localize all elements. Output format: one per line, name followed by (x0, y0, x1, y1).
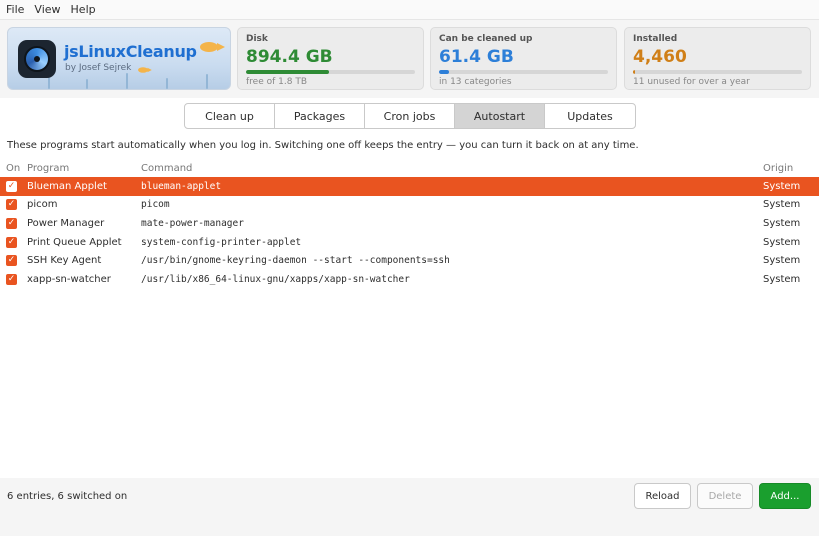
command-text: /usr/lib/x86_64-linux-gnu/xapps/xapp-sn-… (141, 273, 410, 285)
checkmark-icon: ✓ (7, 273, 16, 284)
command-text: blueman-applet (141, 180, 222, 192)
card-label: Can be cleaned up (439, 34, 533, 44)
autostart-description: These programs start automatically when … (7, 140, 639, 151)
card-subtext: in 13 categories (439, 77, 512, 87)
command-text: system-config-printer-applet (141, 236, 302, 248)
enabled-checkbox[interactable]: ✓ (6, 273, 17, 285)
table-row[interactable]: ✓ Print Queue Applet system-config-printer… (0, 233, 819, 252)
card-value: 894.4 GB (246, 47, 333, 67)
card-subtext: 11 unused for over a year (633, 77, 750, 87)
program-name: Print Queue Applet (27, 236, 122, 248)
autostart-table: On Program Command Origin ✓ Blueman Apple… (0, 160, 819, 289)
app-byline: by Josef Sejrek (65, 63, 132, 73)
origin-text: System (763, 273, 801, 285)
menu-view[interactable]: View (34, 3, 60, 16)
footer-bar: 6 entries, 6 switched on Reload Delete A… (0, 478, 819, 536)
program-name: Power Manager (27, 217, 105, 229)
installed-card: Installed 4,460 11 unused for over a yea… (624, 27, 811, 90)
table-body: ✓ Blueman Applet blueman-applet System ✓ pico… (0, 177, 819, 289)
program-name: SSH Key Agent (27, 255, 102, 267)
tab-updates[interactable]: Updates (545, 104, 635, 128)
column-header-command[interactable]: Command (141, 163, 763, 174)
table-row[interactable]: ✓ picom picom System (0, 196, 819, 215)
seaweed-decoration (166, 78, 168, 89)
table-row[interactable]: ✓ Power Manager mate-power-manager System (0, 214, 819, 233)
progress-fill (246, 70, 329, 74)
seaweed-decoration (206, 74, 208, 89)
enabled-cell: ✓ (0, 255, 27, 267)
menu-help[interactable]: Help (71, 3, 96, 16)
tab-cron-jobs[interactable]: Cron jobs (365, 104, 455, 128)
tab-packages[interactable]: Packages (275, 104, 365, 128)
enabled-cell: ✓ (0, 273, 27, 285)
header: jsLinuxCleanup by Josef Sejrek Disk 894.… (0, 20, 819, 98)
enabled-cell: ✓ (0, 236, 27, 248)
card-label: Disk (246, 34, 268, 44)
origin-text: System (763, 236, 801, 248)
command-text: mate-power-manager (141, 217, 244, 229)
column-header-on[interactable]: On (0, 163, 27, 174)
table-row[interactable]: ✓ Blueman Applet blueman-applet System (0, 177, 819, 196)
add-button[interactable]: Add... (759, 483, 811, 509)
fish-decoration-icon (200, 42, 225, 52)
progress-fill (439, 70, 450, 74)
progress-fill (633, 70, 635, 74)
card-subtext: free of 1.8 TB (246, 77, 307, 87)
card-value: 4,460 (633, 47, 687, 67)
enabled-cell: ✓ (0, 217, 27, 229)
enabled-checkbox[interactable]: ✓ (6, 217, 17, 229)
checkmark-icon: ✓ (7, 217, 16, 228)
table-header: On Program Command Origin (0, 160, 819, 177)
enabled-checkbox[interactable]: ✓ (6, 255, 17, 267)
enabled-checkbox[interactable]: ✓ (6, 180, 17, 192)
app-title: jsLinuxCleanup (64, 42, 197, 61)
cleanable-card: Can be cleaned up 61.4 GB in 13 categori… (430, 27, 617, 90)
origin-text: System (763, 217, 801, 229)
checkmark-icon: ✓ (7, 236, 16, 247)
table-row[interactable]: ✓ SSH Key Agent/usr/bin/gnome-keyring-dae… (0, 251, 819, 270)
tab-clean-up[interactable]: Clean up (185, 104, 275, 128)
app-banner: jsLinuxCleanup by Josef Sejrek (7, 27, 231, 90)
column-header-program[interactable]: Program (27, 163, 141, 174)
app-logo-icon (18, 40, 56, 78)
tab-autostart[interactable]: Autostart (455, 104, 545, 128)
enabled-checkbox[interactable]: ✓ (6, 236, 17, 248)
checkmark-icon: ✓ (7, 180, 16, 191)
table-row[interactable]: ✓ xapp-sn-watcher/usr/lib/x86_64-linux-gn… (0, 270, 819, 289)
cleanable-progress-bar (439, 70, 608, 74)
column-header-origin[interactable]: Origin (763, 163, 819, 174)
card-label: Installed (633, 34, 678, 44)
enabled-cell: ✓ (0, 180, 27, 192)
menu-file[interactable]: File (6, 3, 24, 16)
checkmark-icon: ✓ (7, 255, 16, 266)
installed-progress-bar (633, 70, 802, 74)
command-text: /usr/bin/gnome-keyring-daemon --start --… (141, 255, 450, 267)
disk-card: Disk 894.4 GB free of 1.8 TB (237, 27, 424, 90)
seaweed-decoration (86, 79, 88, 89)
reload-button[interactable]: Reload (634, 483, 691, 509)
program-name: picom (27, 199, 58, 211)
seaweed-decoration (126, 73, 128, 89)
program-name: xapp-sn-watcher (27, 273, 111, 285)
origin-text: System (763, 199, 801, 211)
fish-decoration-icon (138, 67, 152, 73)
origin-text: System (763, 255, 801, 267)
command-text: picom (141, 199, 170, 211)
disk-progress-bar (246, 70, 415, 74)
delete-button[interactable]: Delete (697, 483, 753, 509)
view-tabs: Clean up Packages Cron jobs Autostart Up… (184, 103, 636, 129)
enabled-cell: ✓ (0, 199, 27, 211)
status-text: 6 entries, 6 switched on (7, 491, 128, 502)
enabled-checkbox[interactable]: ✓ (6, 199, 17, 211)
menu-bar: File View Help (0, 0, 819, 20)
origin-text: System (763, 180, 801, 192)
card-value: 61.4 GB (439, 47, 514, 67)
checkmark-icon: ✓ (7, 199, 16, 210)
program-name: Blueman Applet (27, 180, 107, 192)
